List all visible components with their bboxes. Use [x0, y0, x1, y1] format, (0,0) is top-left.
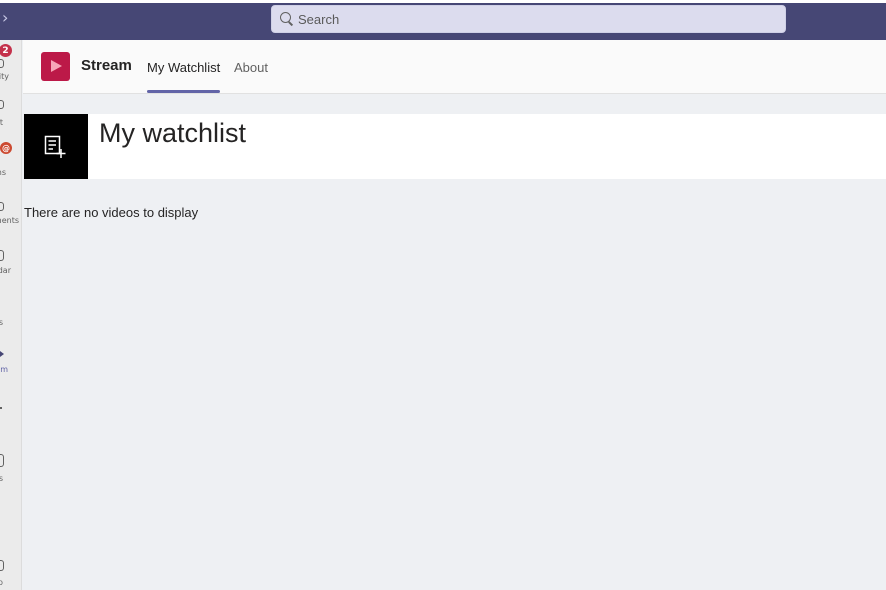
search-icon [279, 11, 295, 27]
tab-about[interactable]: About [234, 60, 268, 75]
chat-icon [0, 100, 4, 109]
rail-label-calendar: dar [0, 266, 11, 275]
rail-label-teams: ns [0, 168, 6, 177]
watchlist-add-icon [24, 114, 88, 179]
page-title: My watchlist [99, 118, 247, 148]
rail-label-activity: ity [0, 72, 9, 81]
rail-label-calls: s [0, 318, 3, 327]
rail-label-stream: m [0, 365, 8, 374]
stream-icon [0, 351, 4, 357]
empty-state-message: There are no videos to display [24, 205, 199, 220]
calendar-icon [0, 250, 4, 261]
bell-icon [0, 59, 4, 68]
page-banner: My watchlist [24, 114, 886, 179]
title-bar: › Search [0, 0, 886, 40]
rail-item-activity[interactable]: 2 ity [0, 44, 22, 84]
rail-item-calls[interactable]: s [0, 302, 22, 328]
stream-logo-icon [41, 52, 70, 81]
app-name: Stream [81, 57, 132, 74]
rail-item-help[interactable]: p [0, 558, 22, 588]
app-rail: 2 ity t @ ns ments dar s m s p [0, 40, 22, 590]
search-input[interactable]: Search [271, 5, 786, 33]
rail-label-chat: t [0, 118, 3, 127]
files-icon [0, 454, 4, 467]
chevron-right-icon[interactable]: › [2, 8, 8, 27]
rail-item-teams[interactable]: @ ns [0, 141, 22, 181]
rail-item-chat[interactable]: t [0, 100, 22, 130]
more-apps-icon[interactable] [0, 405, 22, 415]
app-header: Stream My Watchlist About [23, 40, 886, 94]
activity-badge: 2 [0, 44, 12, 57]
rail-item-files[interactable]: s [0, 454, 22, 488]
rail-item-calendar[interactable]: dar [0, 248, 22, 278]
help-icon [0, 560, 4, 571]
rail-label-files: s [0, 474, 3, 483]
rail-item-assignments[interactable]: ments [0, 200, 22, 230]
rail-label-assignments: ments [0, 216, 19, 225]
assignments-icon [0, 202, 4, 211]
rail-label-help: p [0, 578, 3, 587]
tab-my-watchlist[interactable]: My Watchlist [147, 60, 221, 93]
teams-badge: @ [0, 142, 12, 154]
search-placeholder: Search [298, 11, 340, 27]
rail-item-stream[interactable]: m [0, 348, 22, 378]
